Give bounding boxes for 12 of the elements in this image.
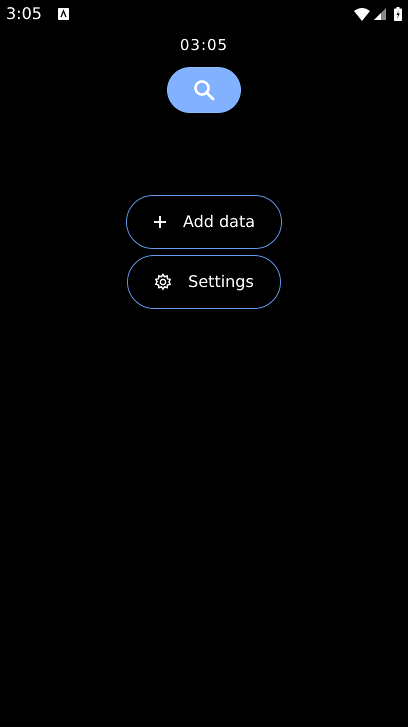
notification-icon: [58, 8, 69, 20]
status-time: 3:05: [6, 3, 42, 25]
settings-icon: [154, 272, 172, 290]
clock-time: 03:05: [180, 35, 228, 56]
search-button[interactable]: [167, 66, 241, 112]
wifi-icon: [354, 8, 370, 20]
plus-icon: [152, 214, 167, 228]
settings-button[interactable]: Settings: [127, 254, 281, 308]
signal-icon: [374, 8, 386, 20]
search-icon: [193, 78, 215, 100]
battery-icon: [394, 7, 402, 21]
add-data-button[interactable]: Add data: [126, 194, 282, 248]
